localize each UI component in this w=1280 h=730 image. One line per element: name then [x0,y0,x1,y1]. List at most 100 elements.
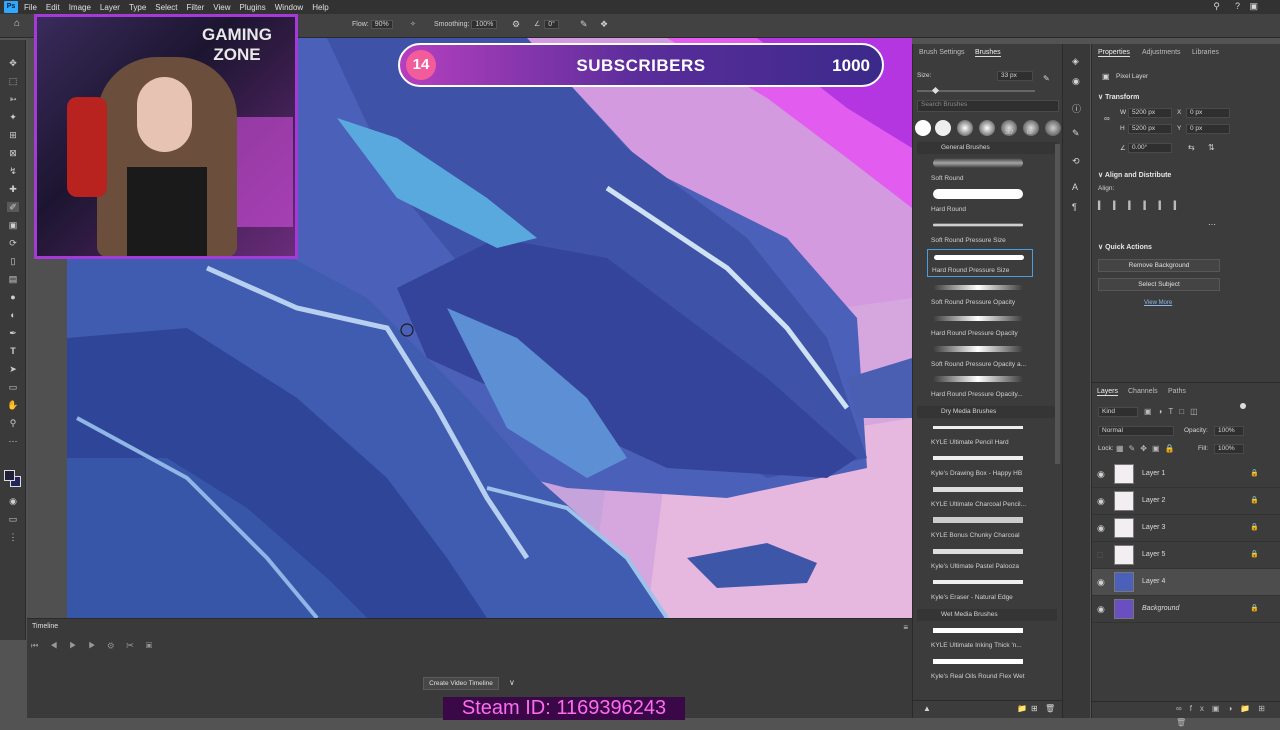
brushes-scrollbar[interactable] [1055,144,1060,464]
link-proportions-icon[interactable]: ∞ [1104,114,1110,123]
brush-soft-round-pressure-opacity-a[interactable]: Soft Round Pressure Opacity a... [927,342,1033,370]
visibility-eye-icon[interactable]: ◉ [1097,469,1105,480]
brush-tip-2[interactable] [935,120,951,136]
info-icon[interactable]: ⓘ [1072,102,1081,115]
flow-control[interactable]: Flow: 90% [352,20,393,29]
layer-name[interactable]: Layer 5 [1142,551,1165,558]
brush-hard-round[interactable]: Hard Round [927,187,1033,215]
pressure-icon[interactable]: ✎ [580,19,588,30]
layer-row-layer-4[interactable]: ◉ Layer 4 [1092,569,1280,596]
move-tool-icon[interactable]: ✥ [7,58,19,68]
brush-group-dry-media[interactable]: Dry Media Brushes [917,406,1057,418]
brush-search-input[interactable]: Search Brushes [917,100,1059,112]
brush-tool-icon[interactable]: ✐ [7,202,19,212]
gradient-icon[interactable]: ▤ [7,274,19,284]
brush-settings-icon[interactable]: ✎ [1072,128,1080,139]
align-buttons[interactable]: ▍▍▍▍▍▍ [1098,201,1228,211]
layer-filter-icons[interactable]: ▣◑T□◫ [1144,407,1204,416]
blend-mode-select[interactable]: Normal [1098,426,1174,436]
symmetry-icon[interactable]: ❖ [600,19,608,30]
more-tools-icon[interactable]: ⋯ [7,436,19,446]
character-icon[interactable]: A [1072,182,1078,192]
new-brush-icon[interactable]: ✎ [1043,74,1050,83]
timeline-dropdown-icon[interactable]: ∨ [509,678,515,687]
blur-icon[interactable]: ● [7,292,19,302]
search-icon[interactable]: ⚲ [1213,1,1220,12]
brush-kyle-real-oils[interactable]: Kyle's Real Oils Round Flex Wet [927,654,1033,682]
layer-row-layer-2[interactable]: ◉ Layer 2 🔒 [1092,488,1280,515]
align-header[interactable]: ∨ Align and Distribute [1098,171,1171,179]
crop-tool-icon[interactable]: ⊞ [7,130,19,140]
layer-name[interactable]: Background [1142,605,1179,612]
tab-brushes[interactable]: Brushes [975,49,1001,57]
eyedropper-icon[interactable]: ↯ [7,166,19,176]
tab-brush-settings[interactable]: Brush Settings [919,49,965,56]
menu-type[interactable]: Type [129,3,146,12]
menu-edit[interactable]: Edit [46,3,60,12]
lasso-tool-icon[interactable]: ➳ [7,94,19,104]
paragraph-icon[interactable]: ¶ [1072,202,1077,212]
magic-wand-icon[interactable]: ✦ [7,112,19,122]
x-field[interactable]: 0 px [1186,108,1230,118]
angle-value[interactable]: 0° [544,20,559,29]
menu-plugins[interactable]: Plugins [240,3,266,12]
create-video-timeline-button[interactable]: Create Video Timeline [423,677,499,690]
new-group-icon[interactable]: 📁 [1017,704,1027,713]
layer-name[interactable]: Layer 3 [1142,524,1165,531]
layer-row-layer-1[interactable]: ◉ Layer 1 🔒 [1092,461,1280,488]
layers-footer-buttons[interactable]: ∞fx▣◑📁⊞🗑 [1092,701,1280,727]
eraser-icon[interactable]: ▯ [7,256,19,266]
flip-vertical-icon[interactable]: ⇅ [1208,143,1215,152]
edit-toolbar-icon[interactable]: ⋮ [7,532,19,542]
opacity-field[interactable]: 100% [1214,426,1244,436]
menu-select[interactable]: Select [155,3,177,12]
tab-properties[interactable]: Properties [1098,49,1130,57]
brush-kyle-chunky-charcoal[interactable]: KYLE Bonus Chunky Charcoal [927,513,1033,541]
width-field[interactable]: 5200 px [1128,108,1172,118]
more-align-icon[interactable]: ⋯ [1208,220,1216,229]
pen-tool-icon[interactable]: ✒ [7,328,19,338]
menu-file[interactable]: File [24,3,37,12]
menu-view[interactable]: View [213,3,230,12]
brush-hard-round-pressure-opacity[interactable]: Hard Round Pressure Opacity [927,311,1033,339]
flow-value[interactable]: 90% [370,20,393,29]
visibility-eye-icon[interactable]: □ [1097,550,1102,560]
layer-name[interactable]: Layer 4 [1142,578,1165,585]
view-more-link[interactable]: View More [1144,300,1172,306]
angle-field[interactable]: 0.00° [1128,143,1172,153]
stamp-tool-icon[interactable]: ▣ [7,220,19,230]
delete-brush-icon[interactable]: 🗑 [1045,704,1055,713]
menu-layer[interactable]: Layer [100,3,120,12]
help-icon[interactable]: ? [1235,1,1240,11]
brush-hard-round-pressure-opacity-b[interactable]: Hard Round Pressure Opacity... [927,372,1033,400]
flip-horizontal-icon[interactable]: ⇆ [1188,143,1195,152]
home-icon[interactable]: ⌂ [14,18,20,29]
color-icon[interactable]: ◉ [1072,76,1080,87]
layer-row-background[interactable]: ◉ Background 🔒 [1092,596,1280,623]
brush-kyle-drawing-box[interactable]: Kyle's Drawing Box - Happy HB [927,451,1033,479]
visibility-eye-icon[interactable]: ◉ [1097,577,1105,588]
brush-kyle-pencil-hard[interactable]: KYLE Ultimate Pencil Hard [927,420,1033,448]
brush-soft-round-pressure-size[interactable]: Soft Round Pressure Size [927,218,1033,246]
tab-paths[interactable]: Paths [1168,388,1186,395]
hand-tool-icon[interactable]: ✋ [7,400,19,410]
marquee-tool-icon[interactable]: ⬚ [7,76,19,86]
quick-actions-header[interactable]: ∨ Quick Actions [1098,243,1152,251]
learn-icon[interactable]: ◈ [1072,56,1079,67]
dodge-icon[interactable]: ◐ [7,310,19,320]
path-select-icon[interactable]: ➤ [7,364,19,374]
frame-tool-icon[interactable]: ⊠ [7,148,19,158]
filter-toggle[interactable] [1240,403,1246,409]
history-brush-icon[interactable]: ⟳ [7,238,19,248]
transform-header[interactable]: ∨ Transform [1098,93,1139,101]
shape-tool-icon[interactable]: ▭ [7,382,19,392]
new-brush-button-icon[interactable]: ⊞ [1031,704,1038,713]
brush-tip-1[interactable] [915,120,931,136]
brush-group-wet-media[interactable]: Wet Media Brushes [917,609,1057,621]
brush-group-general[interactable]: General Brushes [917,142,1057,154]
tab-libraries[interactable]: Libraries [1192,49,1219,56]
brush-kyle-charcoal-pencil[interactable]: KYLE Ultimate Charcoal Pencil... [927,482,1033,510]
tab-layers[interactable]: Layers [1097,388,1119,396]
angle-control[interactable]: ∠ 0° [534,20,559,29]
zoom-tool-icon[interactable]: ⚲ [7,418,19,428]
